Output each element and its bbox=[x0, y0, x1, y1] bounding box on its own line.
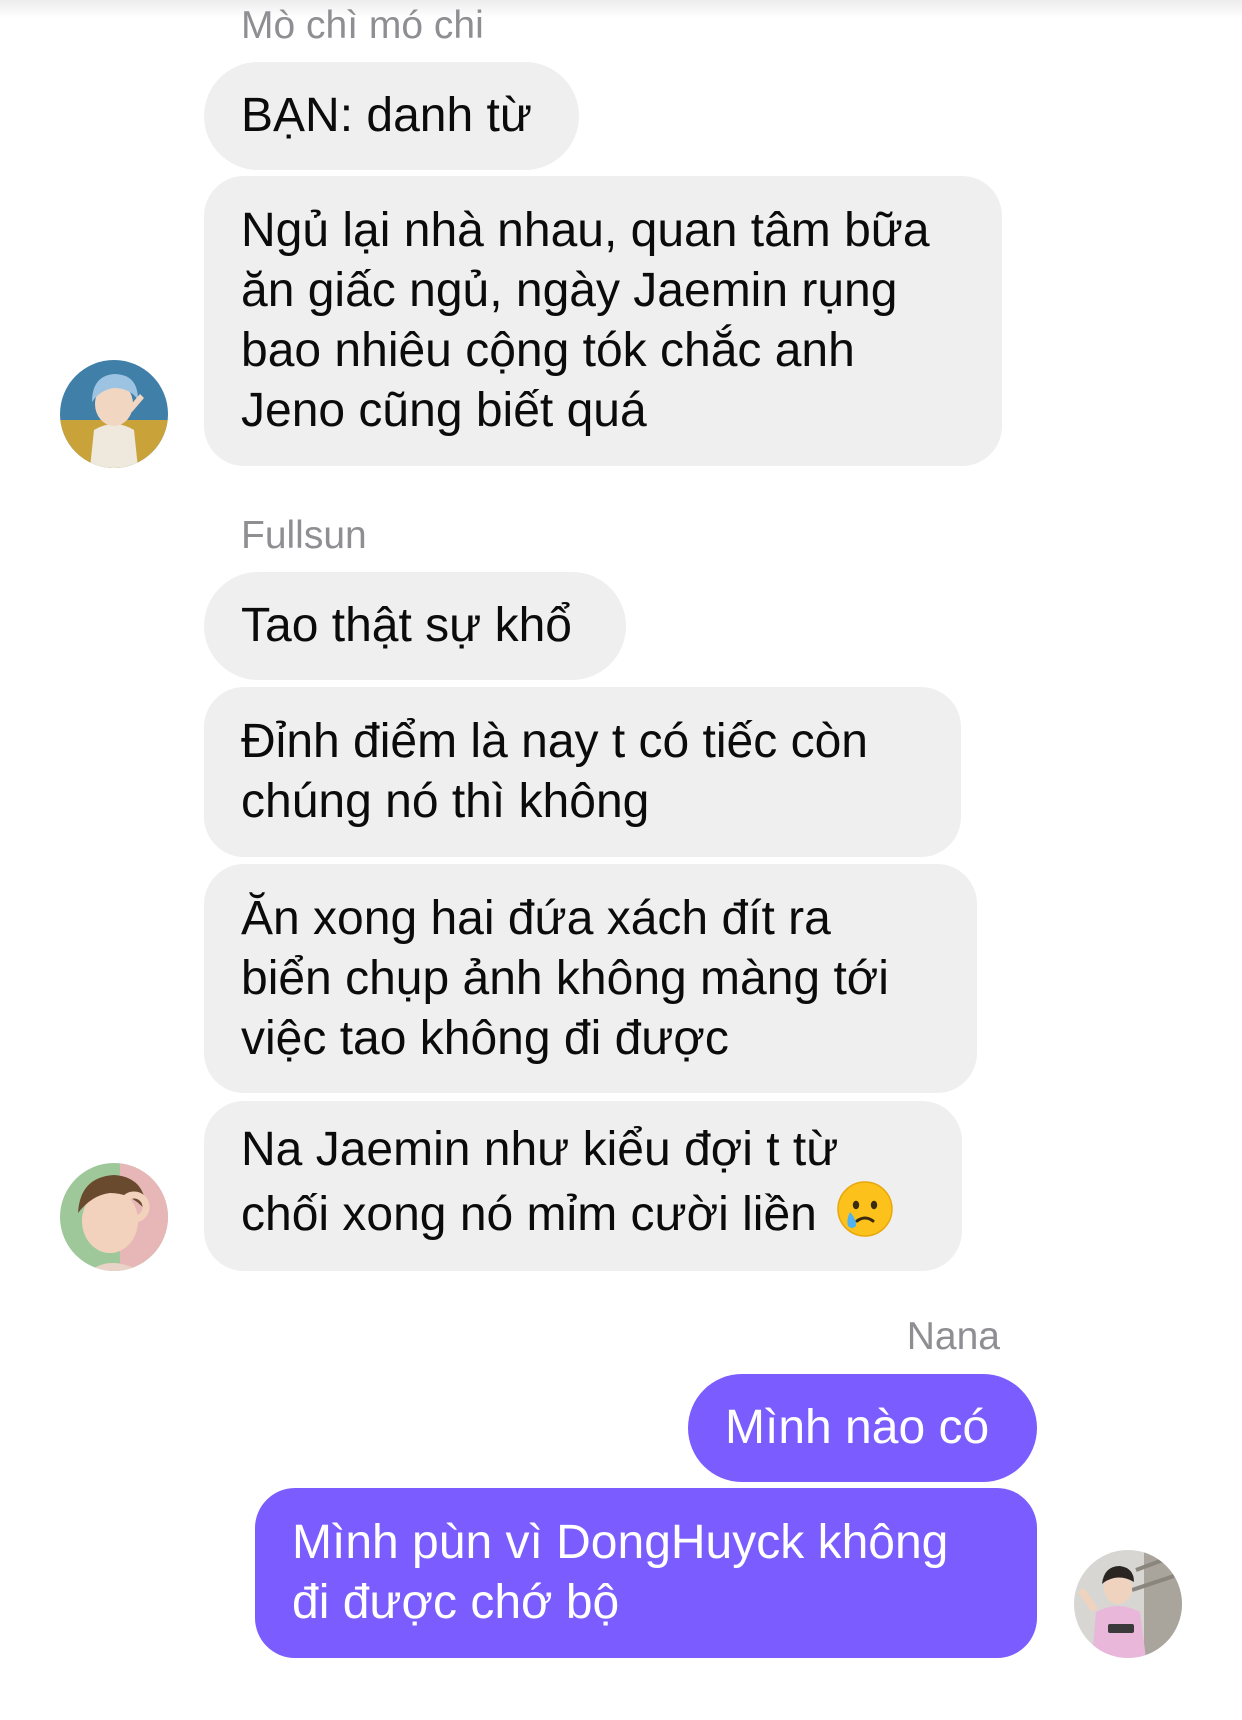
crying-face-icon bbox=[836, 1180, 894, 1253]
avatar-mo-chi-mo-chi[interactable] bbox=[60, 360, 168, 468]
avatar-photo-icon bbox=[60, 1163, 168, 1271]
top-edge-fade bbox=[0, 0, 1242, 18]
message-line: ăn giấc ngủ, ngày Jaemin rụng bbox=[241, 264, 898, 317]
message-line: Tao thật sự khổ bbox=[241, 599, 572, 652]
message-bubble[interactable]: Đỉnh điểm là nay t có tiếc còn chúng nó … bbox=[204, 687, 961, 857]
message-line: Jeno cũng biết quá bbox=[241, 384, 647, 437]
message-line-text: chối xong nó mỉm cười liền bbox=[241, 1187, 817, 1241]
message-bubble[interactable]: Mình nào có bbox=[688, 1374, 1037, 1482]
message-bubble[interactable]: BẠN: danh từ bbox=[204, 62, 579, 170]
message-bubble[interactable]: Mình pùn vì DongHuyck không đi được chớ … bbox=[255, 1488, 1037, 1658]
avatar-photo-icon bbox=[1074, 1550, 1182, 1658]
message-bubble[interactable]: Ăn xong hai đứa xách đít ra biển chụp ản… bbox=[204, 864, 977, 1093]
avatar-photo-icon bbox=[60, 360, 168, 468]
message-line: BẠN: danh từ bbox=[241, 89, 532, 142]
message-bubble[interactable]: Ngủ lại nhà nhau, quan tâm bữa ăn giấc n… bbox=[204, 176, 1002, 466]
message-bubble[interactable]: Tao thật sự khổ bbox=[204, 572, 626, 680]
avatar-nana[interactable] bbox=[1074, 1550, 1182, 1658]
sender-name: Nana bbox=[906, 1315, 1000, 1358]
message-line: biển chụp ảnh không màng tới bbox=[241, 951, 889, 1005]
message-line: Ngủ lại nhà nhau, quan tâm bữa bbox=[241, 204, 930, 257]
message-line: chúng nó thì không bbox=[241, 775, 650, 828]
message-line: Mình nào có bbox=[725, 1401, 990, 1454]
message-line: Na Jaemin như kiểu đợi t từ bbox=[241, 1122, 839, 1176]
message-line: chối xong nó mỉm cười liền bbox=[241, 1180, 925, 1253]
message-line: Ăn xong hai đứa xách đít ra bbox=[241, 891, 831, 945]
sender-name: Fullsun bbox=[241, 514, 367, 557]
message-line: việc tao không đi được bbox=[241, 1011, 729, 1065]
message-line: đi được chớ bộ bbox=[292, 1576, 620, 1629]
sender-name: Mò chì mó chi bbox=[241, 4, 484, 47]
message-line: Đỉnh điểm là nay t có tiếc còn bbox=[241, 715, 868, 768]
message-line: Mình pùn vì DongHuyck không bbox=[292, 1516, 949, 1569]
avatar-fullsun[interactable] bbox=[60, 1163, 168, 1271]
message-line: bao nhiêu cộng tók chắc anh bbox=[241, 324, 855, 377]
message-bubble[interactable]: Na Jaemin như kiểu đợi t từ chối xong nó… bbox=[204, 1101, 962, 1271]
